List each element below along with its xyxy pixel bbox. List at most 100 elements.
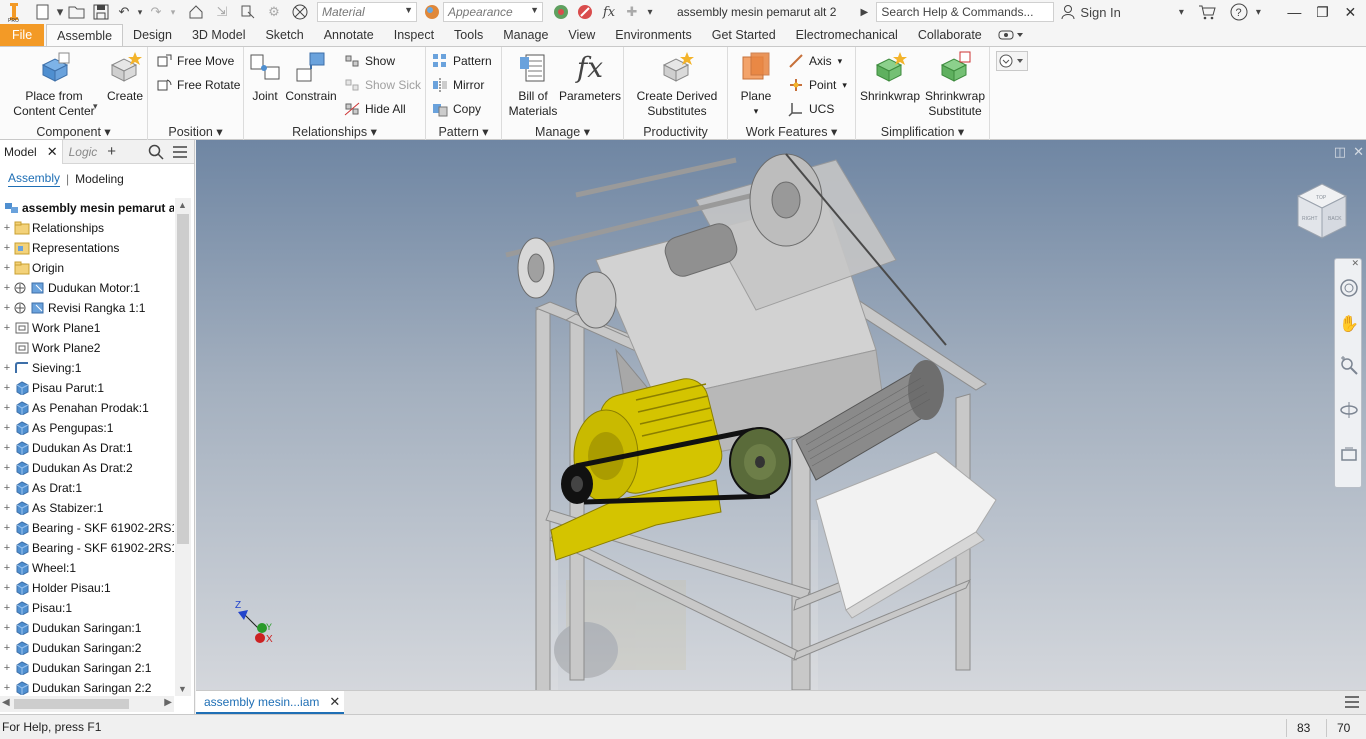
expand-icon[interactable]: + [0,422,14,434]
tab-tools[interactable]: Tools [444,24,493,46]
help-dropdown-icon[interactable]: ▾ [1252,1,1264,23]
close-viewport-icon[interactable]: ✕ [1353,144,1364,160]
select-icon[interactable]: ⇲ [209,1,235,23]
tree-item[interactable]: + As Drat:1 [0,478,174,498]
create-component-button[interactable]: Create [104,51,146,104]
scroll-right-icon[interactable]: ▶ [164,697,172,708]
new-dropdown-icon[interactable]: ▾ [55,1,65,23]
tree-item[interactable]: + Wheel:1 [0,558,174,578]
appearance-icon[interactable] [421,1,443,23]
show-button[interactable]: Show [344,51,395,71]
tree-item[interactable]: + Holder Pisau:1 [0,578,174,598]
tab-manage[interactable]: Manage [493,24,558,46]
copy-button[interactable]: Copy [432,99,481,119]
viewcube[interactable]: TOP RIGHT BACK [1292,180,1352,244]
axis-button[interactable]: Axis ▾ [788,51,842,71]
sign-in-dropdown-icon[interactable]: ▾ [1174,1,1188,23]
place-from-content-center-button[interactable]: Place from Content Center [10,51,98,119]
appearance-combo[interactable]: Appearance ▼ [443,2,543,22]
close-document-icon[interactable]: ✕ [329,694,340,710]
fx-icon[interactable]: fx [597,1,621,23]
clear-appearance-icon[interactable] [573,1,597,23]
tree-root[interactable]: assembly mesin pemarut a [0,198,174,218]
user-icon[interactable] [1058,1,1078,23]
sign-in-link[interactable]: Sign In [1078,1,1138,23]
expand-icon[interactable]: + [0,322,14,334]
undo-dropdown-icon[interactable]: ▾ [135,1,145,23]
tree-item[interactable]: + Sieving:1 [0,358,174,378]
tab-assemble[interactable]: Assemble [46,24,124,46]
navbar-close-icon[interactable]: ✕ [1351,258,1359,269]
expand-icon[interactable]: + [0,282,14,294]
add-tab-icon[interactable]: + [107,143,116,160]
visual-style-icon[interactable] [287,1,313,23]
expand-icon[interactable]: + [0,682,14,694]
assembly-view-link[interactable]: Assembly [8,171,61,187]
tab-logic[interactable]: Logic + [63,143,122,160]
home-icon[interactable] [183,1,209,23]
tree-item[interactable]: + Pisau:1 [0,598,174,618]
expand-icon[interactable]: + [0,462,14,474]
search-help-input[interactable]: Search Help & Commands... [876,2,1055,22]
tree-item[interactable]: + Bearing - SKF 61902-2RS1:2 [0,538,174,558]
tab-file[interactable]: File [0,24,45,46]
tab-electromechanical[interactable]: Electromechanical [786,24,908,46]
add-icon[interactable]: ✚ [621,1,643,23]
ribbon-display-toggle[interactable] [992,24,1030,46]
material-combo[interactable]: Material ▼ [317,2,417,22]
browser-vertical-scrollbar[interactable]: ▲ ▼ [175,198,191,696]
tree-item[interactable]: + Revisi Rangka 1:1 [0,298,174,318]
inventor-logo[interactable]: PRO [3,1,25,23]
free-move-button[interactable]: Free Move [156,51,234,71]
tree-item[interactable]: + As Pengupas:1 [0,418,174,438]
expand-icon[interactable]: + [0,622,14,634]
scroll-up-icon[interactable]: ▲ [178,200,187,210]
steering-wheel-icon[interactable] [1338,277,1360,299]
customize-dropdown-icon[interactable]: ▾ [643,1,657,23]
tab-inspect[interactable]: Inspect [384,24,444,46]
tree-item[interactable]: + Work Plane1 [0,318,174,338]
expand-icon[interactable]: + [0,582,14,594]
expand-icon[interactable]: + [0,662,14,674]
expand-icon[interactable]: + [0,402,14,414]
look-at-icon[interactable] [1338,443,1360,465]
close-model-tab-icon[interactable]: ✕ [47,144,58,160]
tree-item[interactable]: + Bearing - SKF 61902-2RS1:1 [0,518,174,538]
pan-icon[interactable]: ✋ [1338,313,1360,335]
place-dropdown-icon[interactable]: ▾ [93,101,98,112]
shrinkwrap-button[interactable]: Shrinkwrap [858,51,922,104]
tree-item[interactable]: + As Penahan Prodak:1 [0,398,174,418]
graphics-viewport[interactable]: TOP RIGHT BACK ◫ ✕ ✕ ✋ Z Y X [196,140,1366,690]
tab-view[interactable]: View [558,24,605,46]
undo-icon[interactable]: ↶ [113,1,135,23]
expand-icon[interactable]: + [0,382,14,394]
tree-item[interactable]: Work Plane2 [0,338,174,358]
tree-item[interactable]: + Representations [0,238,174,258]
document-list-icon[interactable] [1344,694,1360,713]
point-button[interactable]: Point ▾ [788,75,847,95]
expand-icon[interactable]: + [0,242,14,254]
minimize-icon[interactable]: — [1280,0,1308,24]
redo-dropdown-icon[interactable]: ▾ [167,1,179,23]
tab-collaborate[interactable]: Collaborate [908,24,992,46]
new-icon[interactable] [31,1,55,23]
document-tab[interactable]: assembly mesin...iam ✕ [196,691,344,714]
search-icon[interactable] [148,144,164,160]
expand-icon[interactable]: + [0,302,14,314]
close-icon[interactable]: ✕ [1336,0,1364,24]
tab-sketch[interactable]: Sketch [255,24,313,46]
scrollbar-thumb[interactable] [177,214,189,544]
update-icon[interactable]: ⚙ [261,1,287,23]
tab-3d-model[interactable]: 3D Model [182,24,256,46]
tree-item[interactable]: + Dudukan Saringan 2:2 [0,678,174,696]
select-filter-icon[interactable] [235,1,261,23]
tree-item[interactable]: + Dudukan As Drat:1 [0,438,174,458]
open-icon[interactable] [65,1,89,23]
menu-icon[interactable] [172,144,188,160]
tab-get-started[interactable]: Get Started [702,24,786,46]
expand-icon[interactable]: + [0,562,14,574]
create-derived-substitutes-button[interactable]: Create Derived Substitutes [632,51,722,119]
expand-icon[interactable]: + [0,442,14,454]
constrain-button[interactable]: Constrain [284,51,338,104]
parameters-button[interactable]: fx Parameters [558,51,622,104]
